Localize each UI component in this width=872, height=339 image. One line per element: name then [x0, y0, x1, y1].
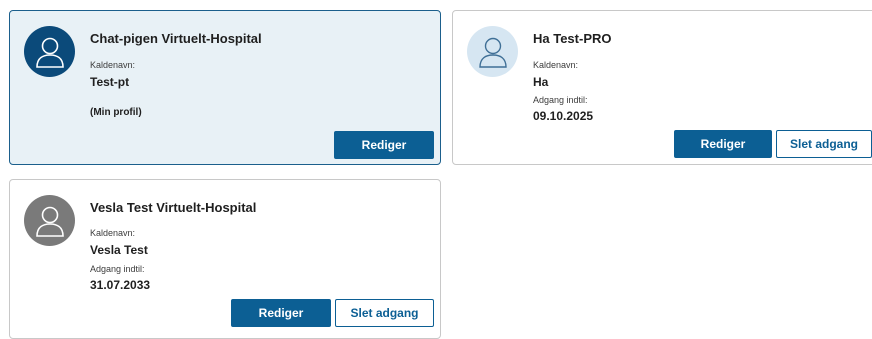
- user-avatar-icon: [24, 195, 75, 246]
- profile-card[interactable]: Chat-pigen Virtuelt-Hospital Kaldenavn: …: [9, 10, 441, 165]
- edit-button[interactable]: Rediger: [334, 131, 434, 159]
- edit-button[interactable]: Rediger: [674, 130, 772, 158]
- access-until-value: 31.07.2033: [90, 278, 151, 292]
- remove-access-button[interactable]: Slet adgang: [335, 299, 434, 327]
- nickname-label: Kaldenavn:: [90, 60, 136, 70]
- access-until-label: Adgang indtil:: [533, 95, 588, 105]
- profile-name: Vesla Test Virtuelt-Hospital: [90, 200, 257, 215]
- user-avatar-icon: [467, 26, 518, 77]
- nickname-value: Test-pt: [90, 75, 130, 89]
- nickname-value: Ha: [533, 75, 549, 89]
- profile-card[interactable]: Vesla Test Virtuelt-Hospital Kaldenavn: …: [9, 179, 441, 339]
- access-until-value: 09.10.2025: [533, 109, 594, 123]
- own-profile-note: (Min profil): [90, 107, 142, 118]
- profile-name: Chat-pigen Virtuelt-Hospital: [90, 31, 262, 46]
- access-until-label: Adgang indtil:: [90, 264, 145, 274]
- nickname-value: Vesla Test: [90, 243, 148, 257]
- nickname-label: Kaldenavn:: [90, 228, 136, 238]
- remove-access-button[interactable]: Slet adgang: [776, 130, 872, 158]
- edit-button[interactable]: Rediger: [231, 299, 331, 327]
- user-avatar-icon: [24, 26, 75, 77]
- nickname-label: Kaldenavn:: [533, 60, 579, 70]
- profile-card[interactable]: Ha Test-PRO Kaldenavn: Ha Adgang indtil:…: [452, 10, 872, 165]
- profile-name: Ha Test-PRO: [533, 31, 612, 46]
